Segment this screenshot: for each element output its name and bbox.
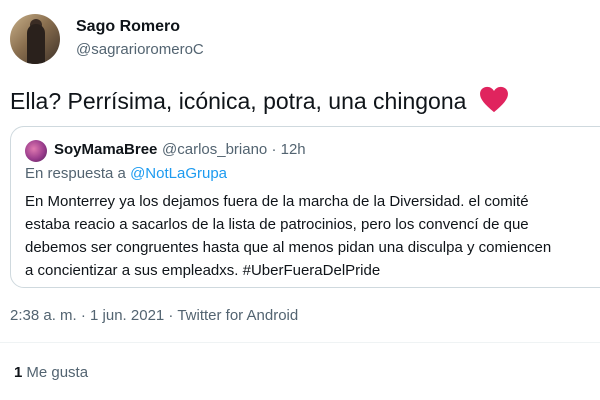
quoted-handle: @carlos_briano	[162, 141, 268, 158]
quoted-text-line: estaba reacio a sacarlos de la lista de …	[25, 216, 529, 233]
quoted-time: · 12h	[271, 141, 306, 158]
quoted-display-name: SoyMamaBree	[54, 141, 158, 158]
quoted-tweet-card[interactable]: SoyMamaBree @carlos_briano · 12h En resp…	[10, 126, 600, 288]
reply-prefix: En respuesta a	[25, 165, 126, 182]
quoted-text-line: debemos ser congruentes hasta que al men…	[25, 239, 552, 256]
author-display-name[interactable]: Sago Romero	[76, 18, 180, 36]
heart-icon	[479, 86, 508, 113]
quoted-text-line: a concientizar a sus empleadxs. #UberFue…	[25, 262, 381, 279]
tweet-text: Ella? Perrísima, icónica, potra, una chi…	[10, 86, 509, 115]
reply-context: En respuesta a @NotLaGrupa	[25, 165, 227, 182]
tweet: Sago Romero @sagrarioromeroC Ella? Perrí…	[0, 0, 600, 400]
avatar-figure-body	[27, 24, 45, 64]
likes-label: Me gusta	[26, 364, 89, 381]
quoted-avatar	[25, 140, 47, 162]
quoted-meta: @carlos_briano · 12h	[162, 141, 306, 158]
author-handle[interactable]: @sagrarioromeroC	[76, 41, 204, 58]
likes-stat[interactable]: 1 Me gusta	[14, 364, 88, 381]
reply-mention-link[interactable]: @NotLaGrupa	[130, 165, 227, 182]
quoted-tweet-text: En Monterrey ya los dejamos fuera de la …	[25, 190, 600, 282]
divider	[0, 342, 600, 343]
tweet-text-content: Ella? Perrísima, icónica, potra, una chi…	[10, 88, 467, 114]
tweet-timestamp[interactable]: 2:38 a. m. · 1 jun. 2021 · Twitter for A…	[10, 307, 298, 324]
quoted-text-line: En Monterrey ya los dejamos fuera de la …	[25, 193, 529, 210]
avatar[interactable]	[10, 14, 60, 64]
likes-count: 1	[14, 364, 23, 381]
